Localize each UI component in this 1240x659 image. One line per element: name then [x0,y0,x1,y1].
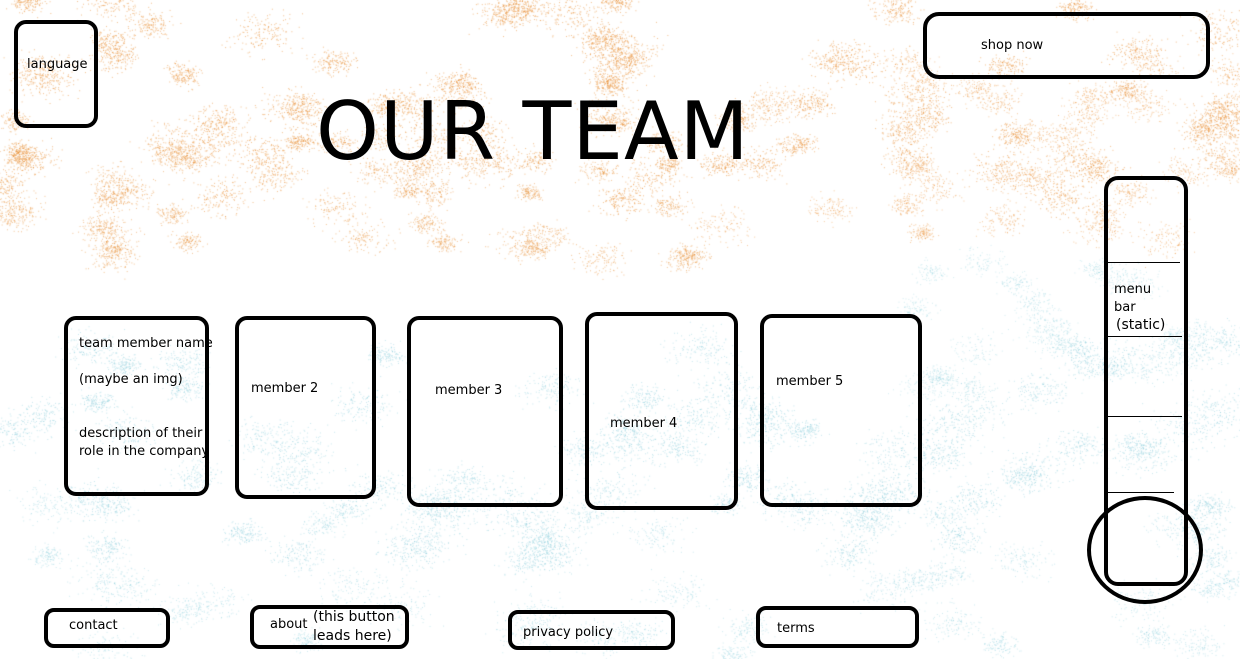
menu-divider [1108,492,1174,493]
page-title: OUR TEAM [316,85,750,178]
member-5-label: member 5 [776,374,844,389]
about-label: about [270,617,308,632]
menu-bar-label-line-3: (static) [1116,317,1166,333]
language-label: language [27,57,88,72]
menu-divider [1108,262,1180,263]
team-member-img-note: (maybe an img) [79,372,183,387]
team-member-card-3[interactable] [407,316,563,507]
shop-now-button[interactable] [923,12,1210,79]
team-member-card-5[interactable] [760,314,922,507]
language-button[interactable] [14,20,98,128]
contact-label: contact [69,618,118,633]
terms-label: terms [777,621,815,636]
team-member-description-line-2: role in the company [79,444,210,459]
member-2-label: member 2 [251,381,319,396]
menu-bar-label-line-2: bar [1114,300,1136,315]
team-member-description-line-1: description of their [79,426,203,441]
member-3-label: member 3 [435,383,503,398]
menu-divider [1108,416,1182,417]
team-member-name: team member name [79,336,213,351]
about-note-line-1: (this button [313,609,395,625]
team-member-card-4[interactable] [585,312,738,510]
team-member-card-2[interactable] [235,316,376,499]
menu-toggle-circle[interactable] [1087,496,1203,604]
about-note-line-2: leads here) [313,628,392,644]
member-4-label: member 4 [610,416,678,431]
menu-bar-label-line-1: menu [1114,282,1152,297]
privacy-policy-label: privacy policy [523,625,614,640]
shop-now-label: shop now [981,38,1044,53]
menu-divider [1108,336,1182,337]
